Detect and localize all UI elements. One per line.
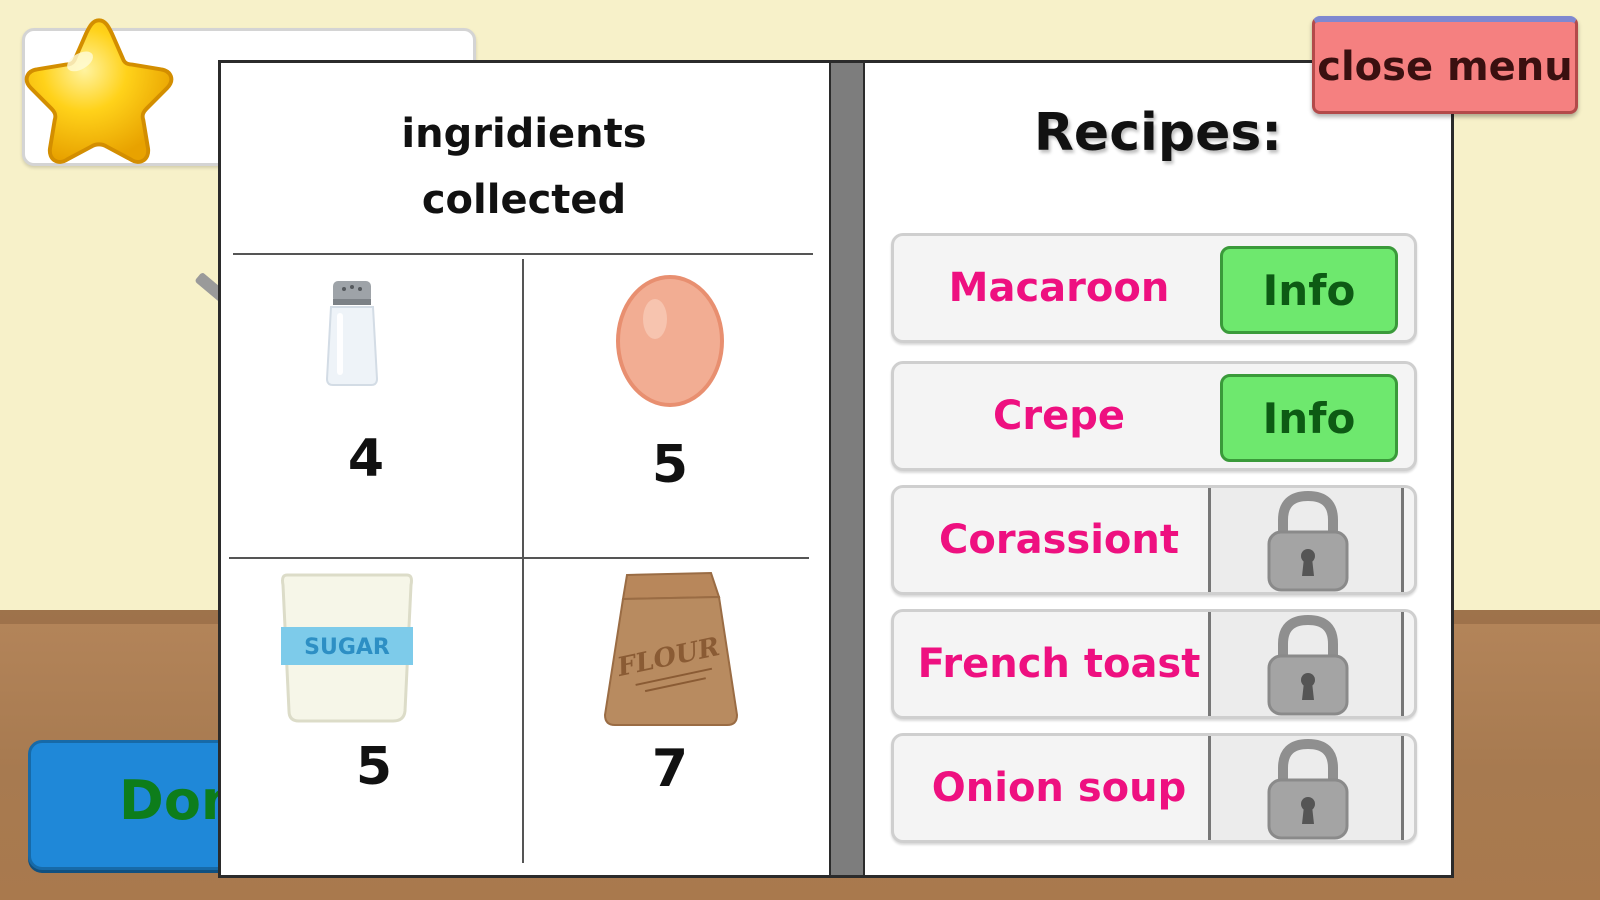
padlock-icon [1267,614,1349,716]
recipe-row-corassiont: Corassiont [891,485,1417,595]
ingredients-page: ingridients collected 4 5 SUGAR 5 FLOUR … [221,63,827,875]
recipe-name-french-toast: French toast [917,641,1201,687]
ingredient-cell-flour: FLOUR 7 [525,561,815,861]
ingredients-title: ingridients collected [221,101,827,233]
ingredients-title-line2: collected [421,177,627,223]
ingredient-count-salt: 4 [347,429,385,489]
info-button-macaroon[interactable]: Info [1220,246,1398,334]
recipe-name-macaroon: Macaroon [948,265,1170,311]
ingredient-count-egg: 5 [651,435,689,495]
padlock-icon [1267,490,1349,592]
recipe-row-macaroon: Macaroon Info [891,233,1417,343]
grid-divider-vertical [522,259,524,863]
recipe-name-onion-soup: Onion soup [931,765,1187,811]
recipe-row-crepe: Crepe Info [891,361,1417,471]
star-icon [24,18,174,164]
book-spine [829,63,865,875]
ingredient-count-flour: 7 [651,739,689,799]
ingredient-count-sugar: 5 [355,737,393,797]
recipes-page: Recipes: Macaroon Info Crepe Info Corass… [865,63,1451,875]
ingredient-cell-egg: 5 [525,259,815,559]
grid-divider-horizontal-top [233,253,813,255]
ingredient-cell-salt: 4 [229,259,519,559]
locked-slot-onion-soup [1208,736,1404,840]
recipe-row-french-toast: French toast [891,609,1417,719]
flour-bag-icon: FLOUR [603,571,739,726]
sugar-bag-icon: SUGAR [281,573,413,723]
recipe-book: ingridients collected 4 5 SUGAR 5 FLOUR … [218,60,1454,878]
ingredients-title-line1: ingridients [401,111,647,157]
recipe-name-corassiont: Corassiont [939,517,1179,563]
recipe-name-crepe: Crepe [993,393,1125,439]
egg-icon [616,275,724,407]
recipe-row-onion-soup: Onion soup [891,733,1417,843]
ingredient-cell-sugar: SUGAR 5 [229,561,519,861]
salt-shaker-icon [325,281,379,386]
locked-slot-corassiont [1208,488,1404,592]
info-button-crepe[interactable]: Info [1220,374,1398,462]
sugar-bag-label: SUGAR [304,635,390,660]
close-menu-button[interactable]: close menu [1312,16,1578,114]
locked-slot-french-toast [1208,612,1404,716]
padlock-icon [1267,738,1349,840]
